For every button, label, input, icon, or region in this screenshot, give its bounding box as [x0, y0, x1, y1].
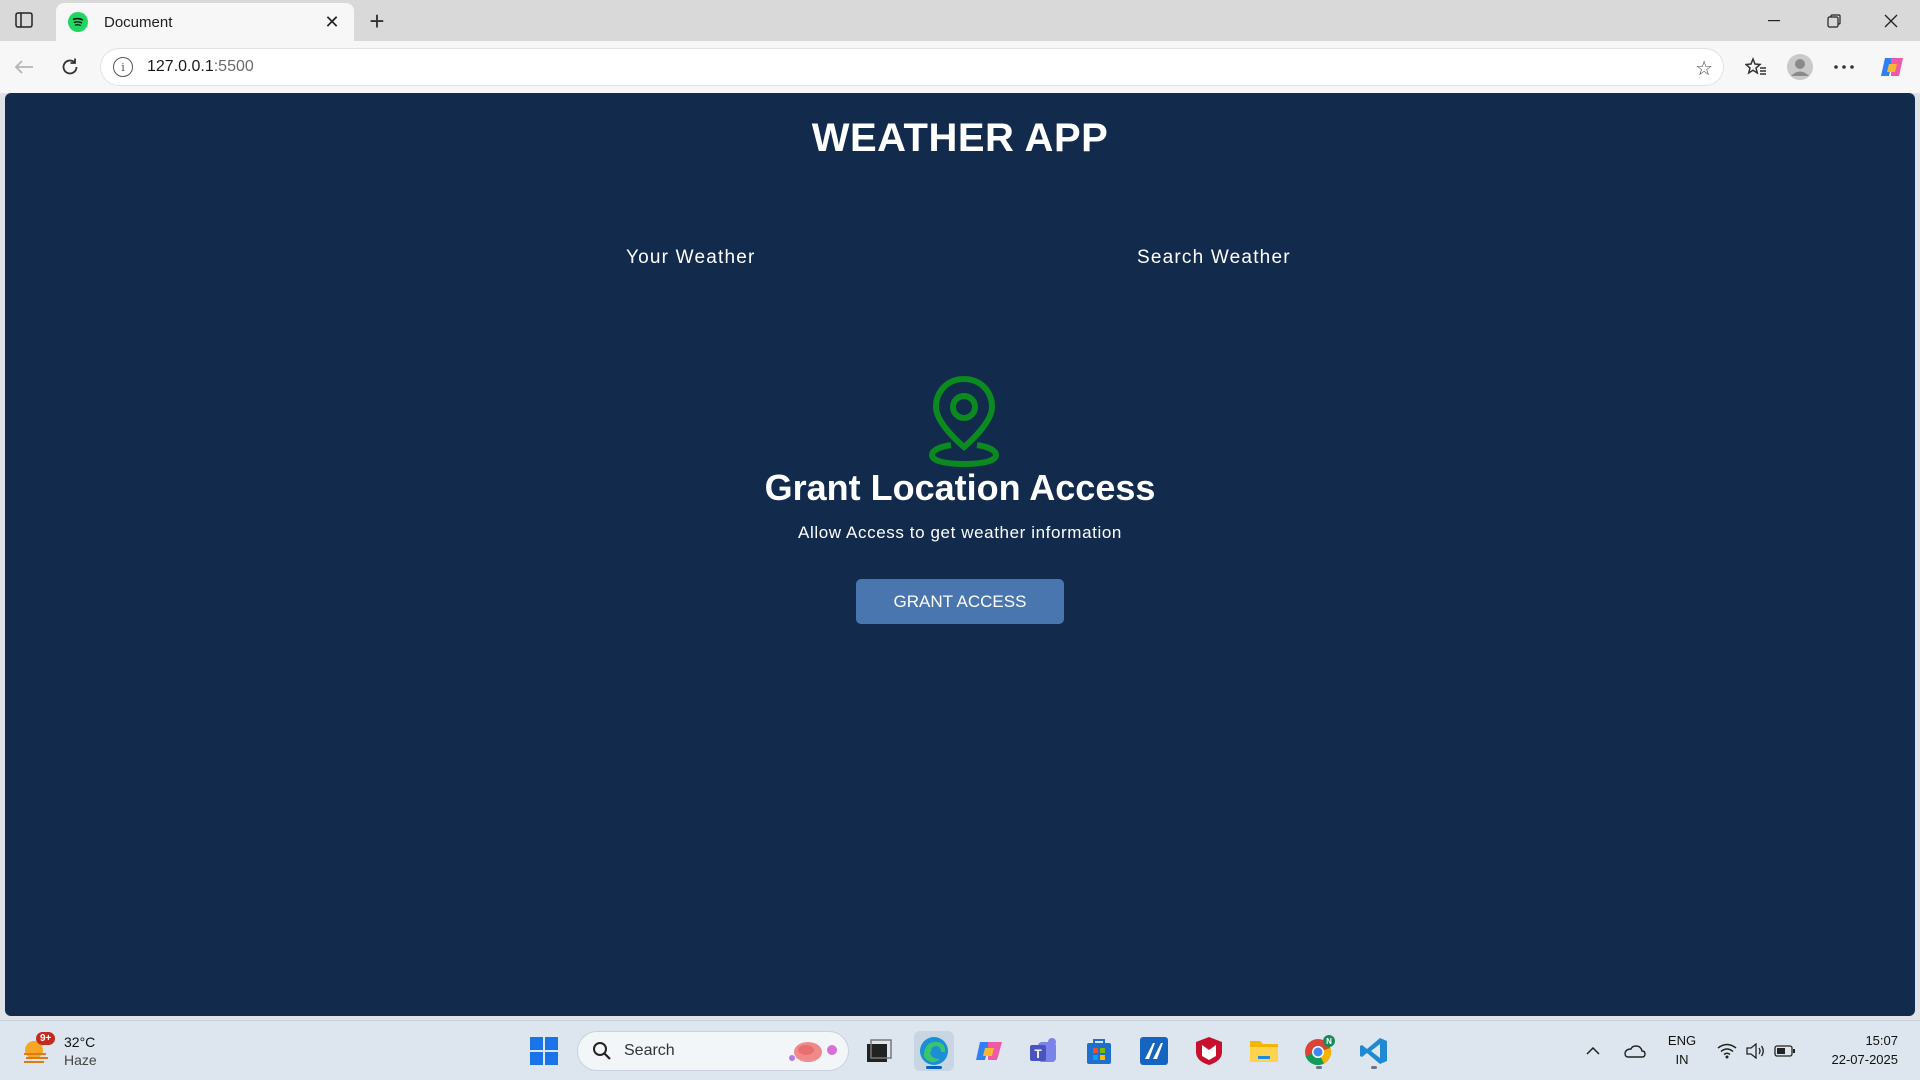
taskbar-search-label: Search — [624, 1042, 675, 1059]
close-icon[interactable]: ✕ — [320, 10, 344, 34]
app-title: WEATHER APP — [811, 116, 1109, 160]
restore-icon[interactable] — [1805, 0, 1863, 41]
wifi-icon[interactable] — [1716, 1031, 1738, 1071]
profile-icon[interactable] — [1784, 51, 1816, 83]
weather-temp: 32°C — [64, 1034, 96, 1050]
browser-tab-bar: Document ✕ + — [0, 0, 1920, 41]
language-code: ENG — [1667, 1033, 1697, 1048]
window-close-icon[interactable] — [1862, 0, 1920, 41]
tab-title: Document — [104, 13, 173, 31]
store-icon[interactable] — [1079, 1031, 1119, 1071]
url-host: 127.0.0.1 — [147, 58, 214, 75]
browser-toolbar: i 127.0.0.1:5500 ☆ — [0, 41, 1920, 93]
teams-icon[interactable]: T — [1024, 1031, 1064, 1071]
reload-icon[interactable] — [54, 51, 86, 83]
star-icon[interactable]: ☆ — [1695, 56, 1713, 81]
favorites-icon[interactable] — [1740, 51, 1772, 83]
grant-access-button[interactable]: GRANT ACCESS — [856, 579, 1064, 624]
tab-actions-icon[interactable] — [8, 6, 40, 34]
url-text: 127.0.0.1:5500 — [147, 58, 254, 76]
grant-location-subtitle: Allow Access to get weather information — [798, 523, 1122, 542]
minimize-icon[interactable] — [1745, 0, 1803, 41]
clock-date: 22-07-2025 — [1831, 1052, 1899, 1067]
active-indicator — [926, 1066, 942, 1069]
svg-text:T: T — [1034, 1047, 1042, 1061]
page-viewport: WEATHER APP Your Weather Search Weather … — [5, 93, 1915, 1016]
chevron-up-icon[interactable] — [1582, 1031, 1604, 1071]
active-indicator — [1316, 1066, 1322, 1069]
more-icon[interactable] — [1828, 51, 1860, 83]
windows-start-icon[interactable] — [524, 1031, 564, 1071]
spotify-favicon — [68, 12, 88, 32]
plus-icon[interactable]: + — [362, 6, 392, 36]
file-explorer-icon[interactable] — [1244, 1031, 1284, 1071]
taskbar-search-box[interactable]: Search — [577, 1031, 849, 1071]
mcafee-icon[interactable] — [1189, 1031, 1229, 1071]
windows-taskbar: 9+ 32°C Haze Search T N ENG IN 15:07 22-… — [0, 1020, 1920, 1080]
active-indicator — [1371, 1066, 1377, 1069]
language-indicator[interactable]: ENG IN — [1664, 1031, 1700, 1069]
browser-tab[interactable]: Document ✕ — [56, 3, 354, 41]
clock-time: 15:07 — [1865, 1033, 1898, 1048]
address-bar[interactable]: i 127.0.0.1:5500 ☆ — [100, 48, 1724, 86]
site-info-icon[interactable]: i — [113, 57, 133, 77]
grant-location-title: Grant Location Access — [764, 467, 1156, 508]
edge-icon[interactable] — [914, 1031, 954, 1071]
search-icon — [593, 1042, 611, 1060]
onedrive-icon[interactable] — [1620, 1031, 1648, 1071]
language-region: IN — [1675, 1052, 1689, 1067]
haze-icon: 9+ — [22, 1032, 56, 1066]
vscode-icon[interactable] — [1354, 1031, 1394, 1071]
notification-badge: 9+ — [36, 1032, 56, 1045]
svg-text:N: N — [1326, 1037, 1332, 1046]
app-icon[interactable] — [1134, 1031, 1174, 1071]
copilot-icon[interactable] — [1876, 51, 1908, 83]
search-highlight-icon — [789, 1042, 837, 1062]
battery-icon[interactable] — [1772, 1031, 1798, 1071]
weather-condition: Haze — [64, 1052, 97, 1068]
weather-widget[interactable]: 9+ 32°C Haze — [22, 1032, 97, 1069]
system-clock[interactable]: 15:07 22-07-2025 — [1832, 1031, 1899, 1069]
volume-icon[interactable] — [1744, 1031, 1766, 1071]
tab-search-weather[interactable]: Search Weather — [1137, 247, 1291, 269]
tab-your-weather[interactable]: Your Weather — [626, 247, 756, 269]
location-pin-icon — [924, 373, 1004, 468]
url-port: :5500 — [213, 58, 254, 75]
back-icon[interactable] — [8, 51, 40, 83]
chrome-icon[interactable]: N — [1299, 1031, 1339, 1071]
copilot-taskbar-icon[interactable] — [969, 1031, 1009, 1071]
task-view-icon[interactable] — [859, 1031, 899, 1071]
